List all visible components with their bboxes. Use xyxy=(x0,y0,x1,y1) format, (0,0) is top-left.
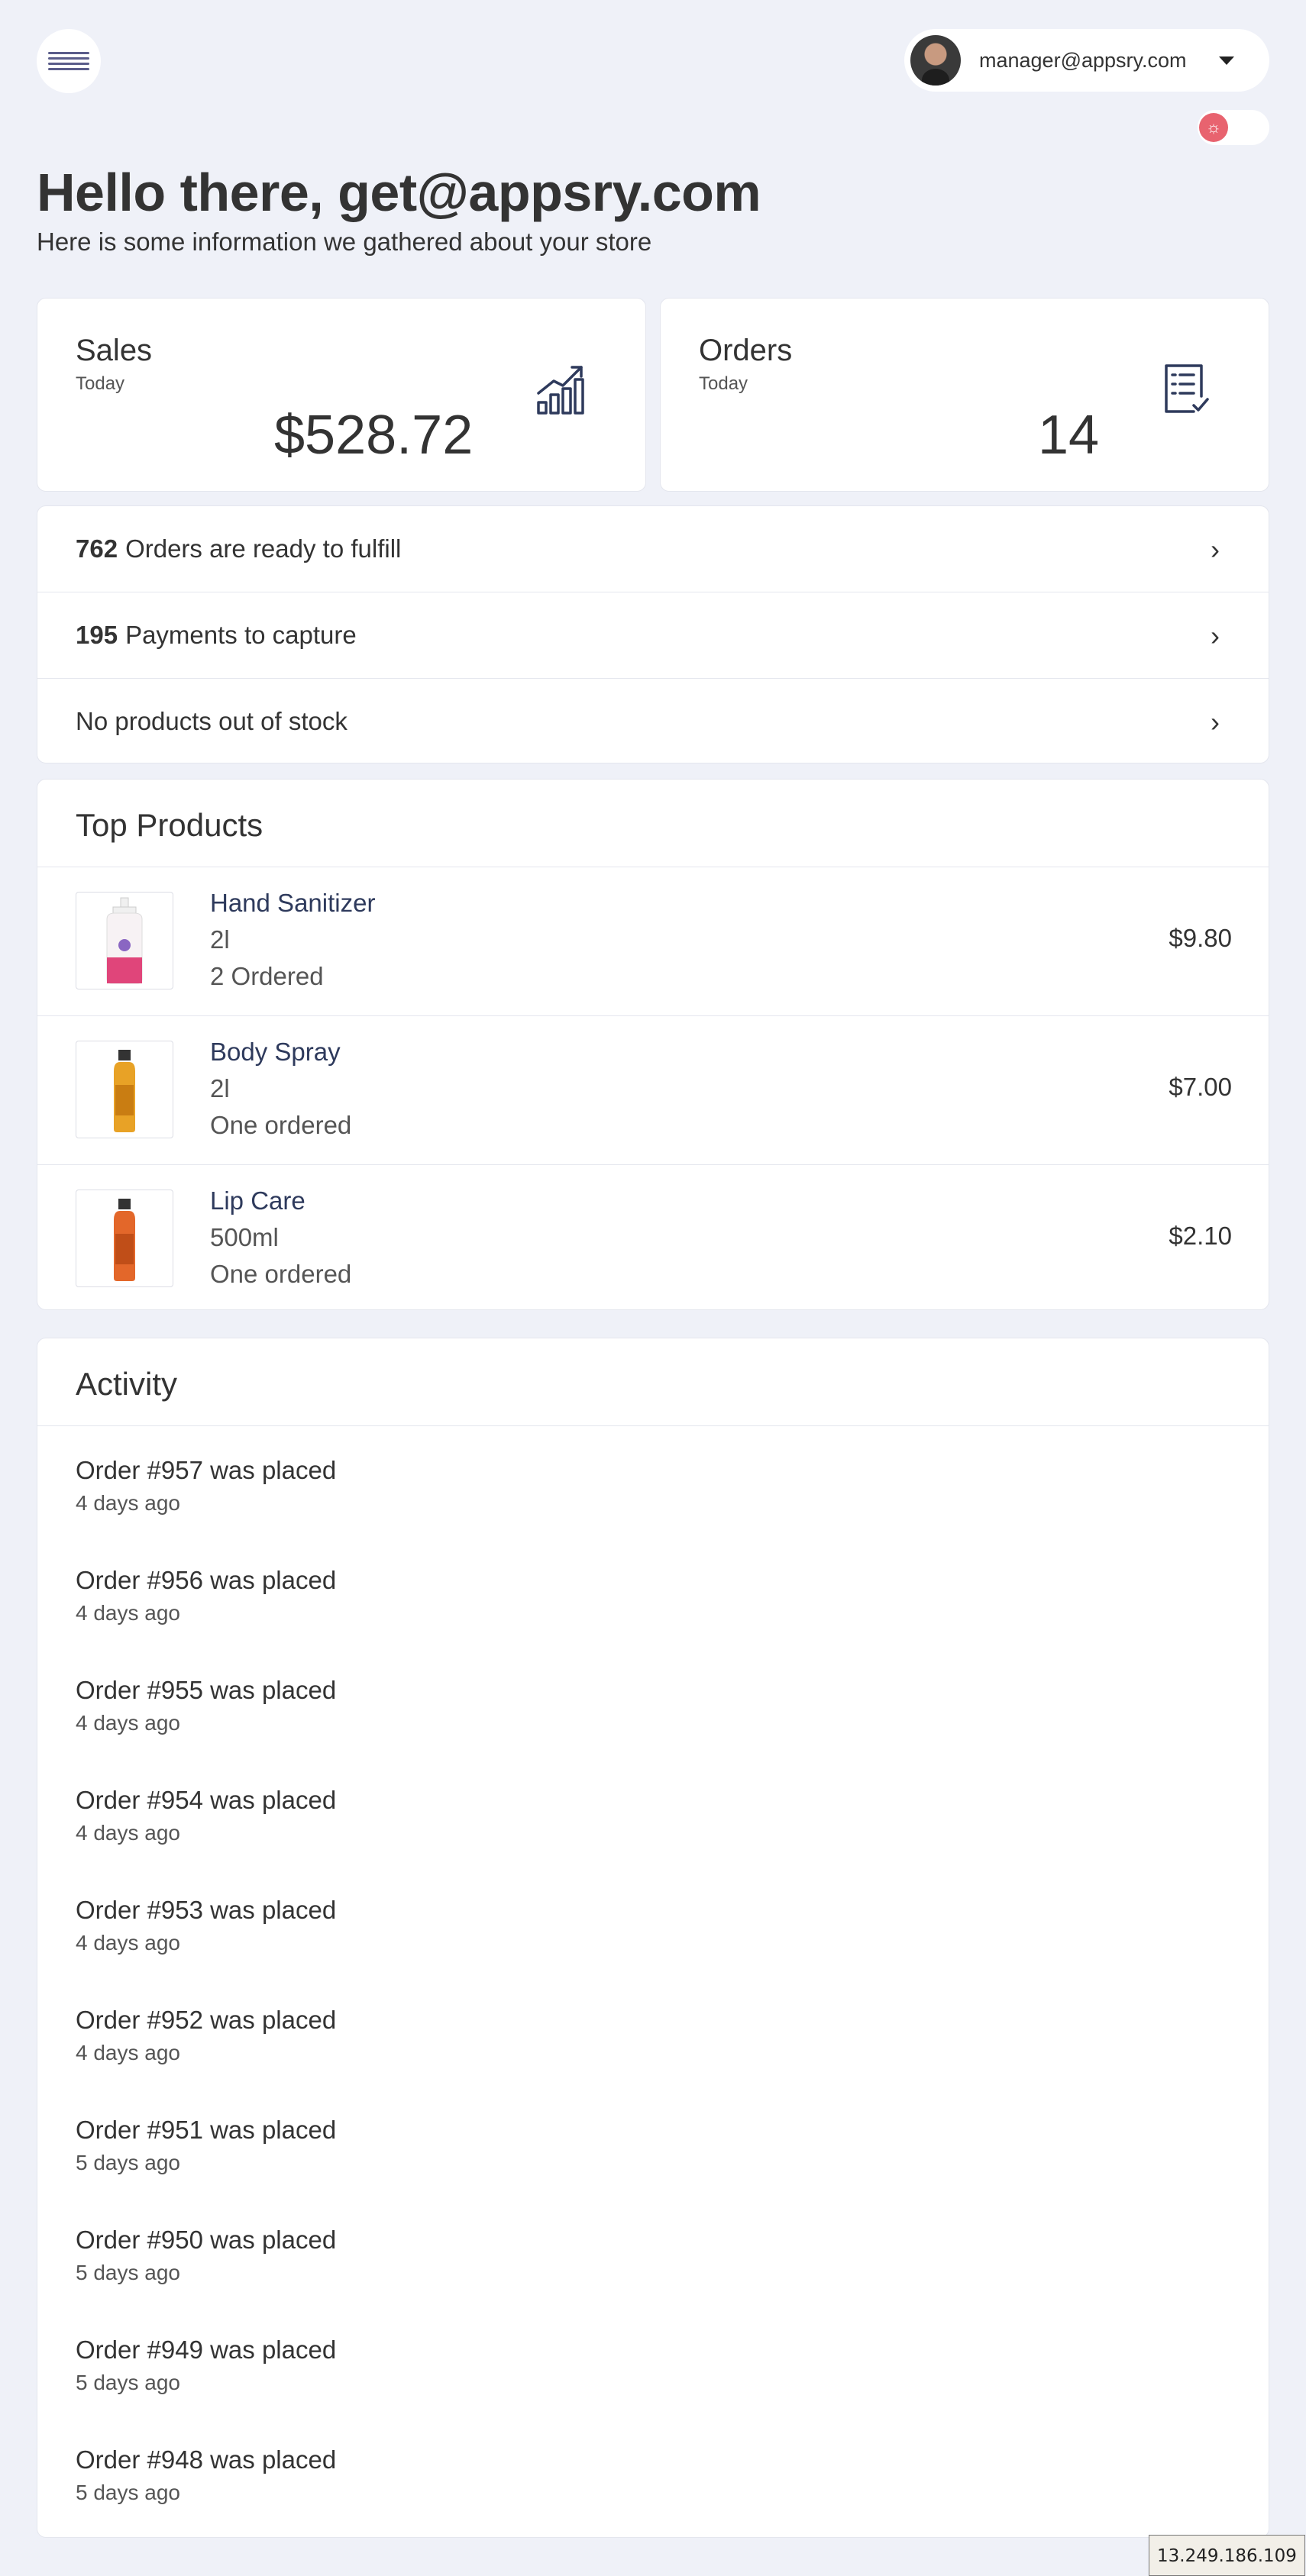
fulfill-count: 762 xyxy=(76,534,118,563)
activity-item[interactable]: Order #952 was placed 4 days ago xyxy=(76,2006,336,2065)
sales-card: Sales Today $528.72 xyxy=(37,298,646,492)
orders-title: Orders xyxy=(699,334,793,367)
sales-value: $528.72 xyxy=(274,405,474,466)
product-size: 2l xyxy=(210,1074,230,1102)
activity-item[interactable]: Order #957 was placed 4 days ago xyxy=(76,1456,336,1516)
sales-title: Sales xyxy=(76,334,153,367)
hamburger-icon xyxy=(48,52,89,70)
activity-text: Order #952 was placed xyxy=(76,2006,337,2034)
activity-item[interactable]: Order #953 was placed 4 days ago xyxy=(76,1896,336,1955)
product-row[interactable]: Hand Sanitizer 2l 2 Ordered $9.80 xyxy=(37,867,1269,1015)
action-list: 762 Orders are ready to fulfill › 195 Pa… xyxy=(37,505,1269,763)
activity-time: 4 days ago xyxy=(76,2041,180,2064)
product-price: $2.10 xyxy=(1169,1222,1232,1250)
sun-icon: ☼ xyxy=(1199,113,1228,142)
theme-toggle[interactable]: ☼ xyxy=(1198,110,1269,145)
activity-text: Order #955 was placed xyxy=(76,1676,337,1704)
activity-time: 4 days ago xyxy=(76,1711,180,1735)
activity-time: 5 days ago xyxy=(76,2261,180,2284)
top-products-card: Top Products Hand Sanitizer 2l 2 Ordered… xyxy=(37,779,1269,1310)
product-name[interactable]: Hand Sanitizer xyxy=(210,889,375,918)
product-name[interactable]: Lip Care xyxy=(210,1186,305,1215)
activity-item[interactable]: Order #955 was placed 4 days ago xyxy=(76,1676,336,1735)
payments-text: Payments to capture xyxy=(125,621,357,649)
activity-text: Order #956 was placed xyxy=(76,1566,337,1594)
product-name[interactable]: Body Spray xyxy=(210,1038,341,1067)
product-ordered: One ordered xyxy=(210,1260,352,1288)
activity-card: Activity Order #957 was placed 4 days ag… xyxy=(37,1338,1269,2538)
activity-text: Order #948 was placed xyxy=(76,2445,337,2474)
product-ordered: 2 Ordered xyxy=(210,962,324,990)
orders-value: 14 xyxy=(1038,405,1100,466)
avatar xyxy=(910,35,961,86)
stock-text: No products out of stock xyxy=(76,707,348,735)
top-products-title: Top Products xyxy=(76,807,263,843)
product-image xyxy=(76,892,173,989)
product-ordered: One ordered xyxy=(210,1111,352,1139)
activity-item[interactable]: Order #950 was placed 5 days ago xyxy=(76,2226,336,2285)
orders-card: Orders Today 14 xyxy=(660,298,1269,492)
user-email: manager@appsry.com xyxy=(979,48,1187,72)
activity-item[interactable]: Order #951 was placed 5 days ago xyxy=(76,2116,336,2175)
ip-address-badge: 13.249.186.109 xyxy=(1149,2535,1305,2576)
activity-time: 4 days ago xyxy=(76,1601,180,1625)
activity-item[interactable]: Order #956 was placed 4 days ago xyxy=(76,1566,336,1625)
checklist-icon xyxy=(1165,364,1209,413)
product-size: 500ml xyxy=(210,1223,279,1251)
chart-growth-icon xyxy=(537,366,584,415)
chevron-right-icon: › xyxy=(1211,534,1220,565)
product-image xyxy=(76,1190,173,1287)
activity-text: Order #953 was placed xyxy=(76,1896,337,1924)
activity-time: 4 days ago xyxy=(76,1931,180,1955)
activity-time: 4 days ago xyxy=(76,1821,180,1845)
activity-time: 5 days ago xyxy=(76,2151,180,2174)
page-title: Hello there, get@appsry.com xyxy=(37,163,761,222)
product-row[interactable]: Lip Care 500ml One ordered $2.10 xyxy=(37,1165,1269,1313)
activity-text: Order #957 was placed xyxy=(76,1456,337,1484)
activity-item[interactable]: Order #954 was placed 4 days ago xyxy=(76,1786,336,1845)
activity-text: Order #954 was placed xyxy=(76,1786,337,1814)
orders-period: Today xyxy=(699,373,748,394)
product-row[interactable]: Body Spray 2l One ordered $7.00 xyxy=(37,1016,1269,1164)
activity-item[interactable]: Order #949 was placed 5 days ago xyxy=(76,2336,336,2395)
activity-text: Order #949 was placed xyxy=(76,2336,337,2364)
product-price: $7.00 xyxy=(1169,1073,1232,1101)
chevron-right-icon: › xyxy=(1211,706,1220,738)
activity-time: 4 days ago xyxy=(76,1491,180,1515)
fulfill-text: Orders are ready to fulfill xyxy=(125,534,402,563)
product-size: 2l xyxy=(210,925,230,954)
chevron-down-icon xyxy=(1219,56,1234,65)
page-subtitle: Here is some information we gathered abo… xyxy=(37,228,652,256)
activity-text: Order #950 was placed xyxy=(76,2226,337,2254)
capture-payments-link[interactable]: 195 Payments to capture › xyxy=(37,592,1269,678)
menu-button[interactable] xyxy=(37,29,101,93)
product-image xyxy=(76,1041,173,1138)
chevron-right-icon: › xyxy=(1211,620,1220,651)
payments-count: 195 xyxy=(76,621,118,649)
product-price: $9.80 xyxy=(1169,924,1232,952)
out-of-stock-link[interactable]: No products out of stock › xyxy=(37,679,1269,764)
sales-period: Today xyxy=(76,373,125,394)
activity-item[interactable]: Order #948 was placed 5 days ago xyxy=(76,2445,336,2505)
activity-time: 5 days ago xyxy=(76,2371,180,2394)
activity-title: Activity xyxy=(76,1366,178,1402)
activity-text: Order #951 was placed xyxy=(76,2116,337,2144)
activity-time: 5 days ago xyxy=(76,2481,180,2504)
user-menu[interactable]: manager@appsry.com xyxy=(904,29,1269,92)
fulfill-orders-link[interactable]: 762 Orders are ready to fulfill › xyxy=(37,506,1269,592)
